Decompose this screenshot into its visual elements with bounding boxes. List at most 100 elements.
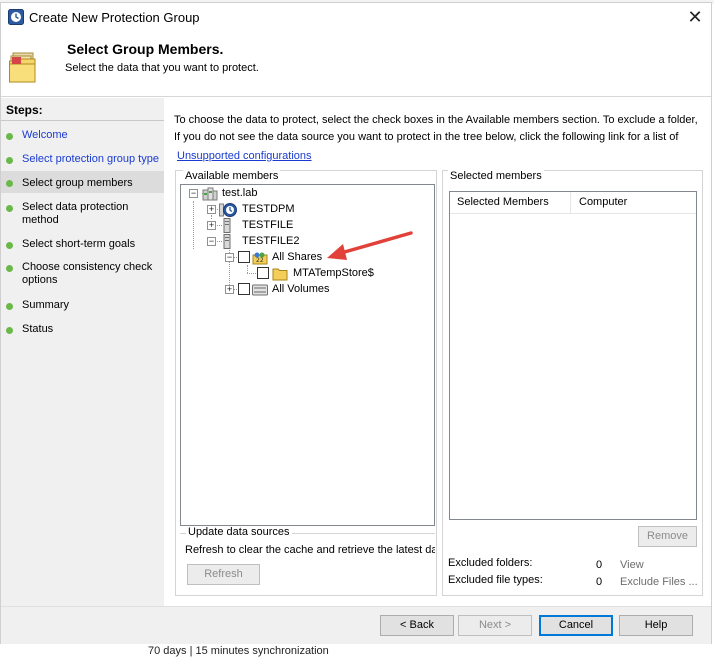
create-protection-group-dialog: Create New Protection Group ✕ Select Gro… — [0, 2, 712, 644]
step-label: Status — [22, 323, 54, 335]
step-summary: Summary — [1, 299, 164, 315]
steps-panel: Steps: Welcome Select protection group t… — [1, 98, 164, 606]
step-short-term-goals: Select short-term goals — [1, 238, 164, 254]
column-header-selected-members[interactable]: Selected Members — [457, 196, 549, 208]
window-title: Create New Protection Group — [29, 10, 200, 25]
page-subtitle: Select the data that you want to protect… — [65, 62, 259, 74]
step-label: Select protection group type — [22, 153, 159, 165]
cancel-button[interactable]: Cancel — [539, 615, 613, 636]
step-select-group-members: Select group members — [1, 171, 164, 193]
step-label: Welcome — [22, 129, 68, 141]
tree-node-label: MTATempStore$ — [293, 267, 374, 279]
shares-icon: 22 — [252, 252, 268, 265]
selected-members-title: Selected members — [448, 170, 544, 182]
step-status-dot — [6, 303, 13, 310]
share-checkbox[interactable] — [257, 267, 269, 279]
step-status-dot — [6, 242, 13, 249]
available-members-title: Available members — [183, 170, 281, 182]
collapse-toggle[interactable]: − — [225, 253, 234, 262]
tree-connector — [193, 201, 194, 249]
step-label: Choose consistency check options — [22, 261, 153, 286]
page-title: Select Group Members. — [67, 41, 224, 57]
collapse-toggle[interactable]: − — [189, 189, 198, 198]
step-select-group-type[interactable]: Select protection group type — [1, 153, 164, 169]
expand-toggle[interactable]: + — [207, 221, 216, 230]
server-icon — [223, 234, 231, 249]
step-status-dot — [6, 133, 13, 140]
update-data-sources-desc: Refresh to clear the cache and retrieve … — [185, 544, 435, 556]
unsupported-configurations-link[interactable]: Unsupported configurations — [177, 150, 312, 162]
selected-members-list[interactable]: Selected Members Computer — [449, 191, 697, 520]
svg-text:22: 22 — [256, 257, 264, 264]
tree-node-server[interactable]: + TESTDPM — [203, 202, 323, 218]
wizard-footer: < Back Next > Cancel Help — [1, 607, 711, 644]
excluded-folders-count: 0 — [596, 559, 603, 571]
exclude-files-link[interactable]: Exclude Files ... — [620, 576, 698, 588]
step-label: Select short-term goals — [22, 238, 136, 250]
selected-members-header: Selected Members Computer — [450, 192, 696, 214]
column-header-computer[interactable]: Computer — [579, 196, 627, 208]
expand-toggle[interactable]: + — [207, 205, 216, 214]
collapse-toggle[interactable]: − — [207, 237, 216, 246]
folder-stack-icon — [9, 52, 36, 83]
tree-node-label: All Volumes — [272, 283, 330, 295]
intro-line: If you do not see the data source you wa… — [174, 131, 679, 143]
help-button[interactable]: Help — [619, 615, 693, 636]
tree-node-share[interactable]: MTATempStore$ — [257, 266, 397, 282]
available-members-tree[interactable]: − test.lab + TESTDPM + TESTFILE − TESTFI… — [180, 184, 435, 526]
tree-node-all-volumes[interactable]: + All Volumes — [221, 282, 361, 298]
tree-connector — [247, 265, 248, 273]
update-data-sources-title: Update data sources — [186, 526, 292, 538]
tree-node-label: test.lab — [222, 187, 258, 199]
step-label: Select group members — [22, 177, 133, 189]
step-status-dot — [6, 180, 13, 187]
selected-members-group: Selected members Selected Members Comput… — [442, 170, 703, 596]
main-content: To choose the data to protect, select th… — [166, 98, 711, 605]
wizard-header: Select Group Members. Select the data th… — [1, 31, 711, 97]
step-label: Summary — [22, 299, 70, 311]
excluded-folders-label: Excluded folders: — [448, 557, 533, 569]
background-text: 70 days | 15 minutes synchronization — [148, 645, 329, 657]
step-consistency-check: Choose consistency check options — [1, 261, 164, 289]
next-button[interactable]: Next > — [458, 615, 532, 636]
server-icon — [223, 218, 231, 233]
dpm-app-icon — [8, 9, 24, 25]
tree-node-label: TESTFILE2 — [242, 235, 300, 247]
excluded-file-types-count: 0 — [596, 576, 603, 588]
step-status-dot — [6, 205, 13, 212]
volumes-icon — [252, 284, 268, 296]
step-status-dot — [6, 327, 13, 334]
back-button[interactable]: < Back — [380, 615, 454, 636]
all-shares-checkbox[interactable] — [238, 251, 250, 263]
view-excluded-folders-link[interactable]: View — [620, 559, 644, 571]
step-status-dot — [6, 265, 13, 272]
excluded-file-types-label: Excluded file types: — [448, 574, 543, 586]
dpm-server-icon — [219, 203, 237, 217]
update-data-sources-group: Update data sources Refresh to clear the… — [180, 526, 435, 595]
remove-button[interactable]: Remove — [638, 526, 697, 547]
tree-node-label: TESTFILE — [242, 219, 294, 231]
annotation-arrow-icon — [327, 231, 413, 260]
tree-node-server[interactable]: − TESTFILE2 — [203, 234, 323, 250]
expand-toggle[interactable]: + — [225, 285, 234, 294]
close-button[interactable]: ✕ — [681, 5, 709, 29]
all-volumes-checkbox[interactable] — [238, 283, 250, 295]
steps-heading: Steps: — [6, 103, 43, 117]
tree-node-label: All Shares — [272, 251, 323, 263]
step-data-protection-method: Select data protection method — [1, 201, 164, 229]
step-label: Select data protection method — [22, 201, 129, 226]
available-members-group: Available members − test.lab + TESTDPM +… — [175, 170, 437, 596]
intro-line: To choose the data to protect, select th… — [174, 114, 698, 126]
tree-node-server[interactable]: + TESTFILE — [203, 218, 323, 234]
steps-divider — [1, 120, 164, 121]
refresh-button[interactable]: Refresh — [187, 564, 260, 585]
step-status: Status — [1, 323, 164, 339]
step-welcome[interactable]: Welcome — [1, 129, 164, 145]
domain-icon — [202, 187, 218, 201]
intro-text: To choose the data to protect, select th… — [174, 112, 714, 146]
tree-node-label: TESTDPM — [242, 203, 295, 215]
title-bar: Create New Protection Group ✕ — [1, 3, 711, 31]
column-separator — [570, 192, 571, 213]
tree-node-root[interactable]: − test.lab — [185, 186, 305, 202]
step-status-dot — [6, 157, 13, 164]
